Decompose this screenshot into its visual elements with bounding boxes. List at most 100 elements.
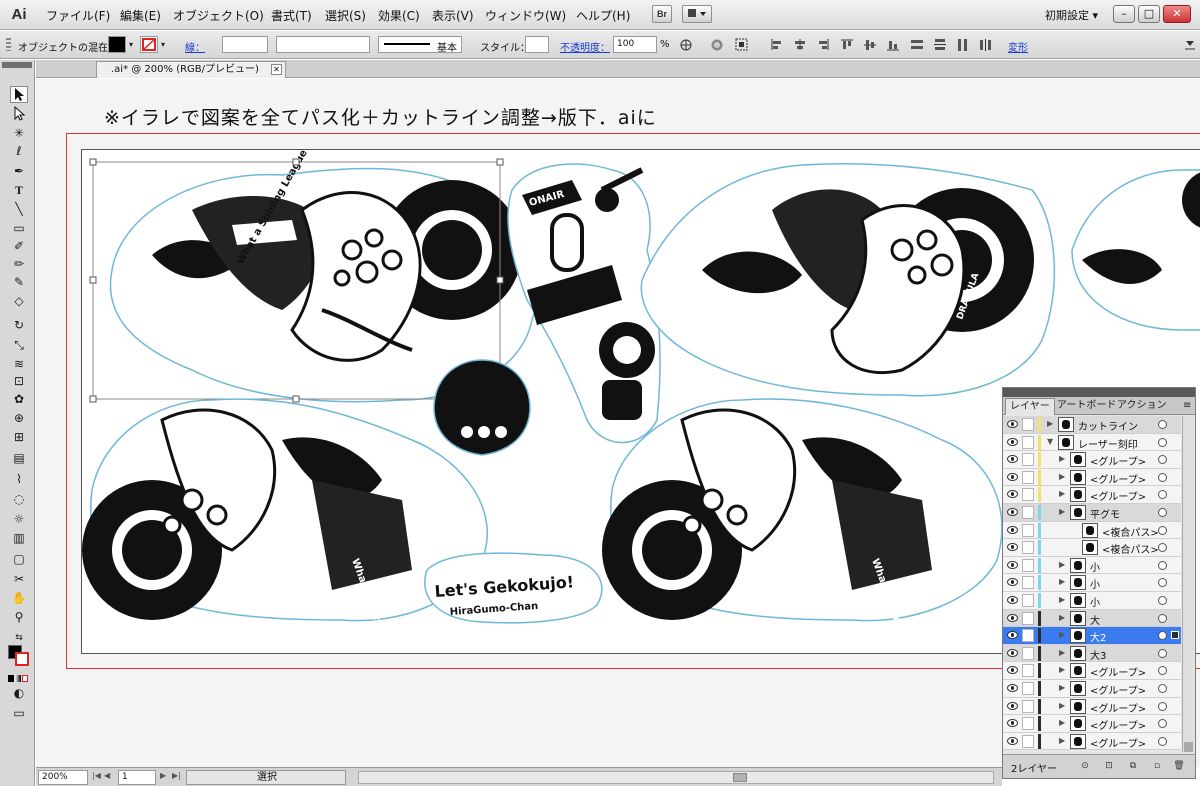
layer-name[interactable]: 小 bbox=[1090, 559, 1100, 574]
layer-row[interactable]: ▶ 小 bbox=[1003, 556, 1181, 575]
lock-toggle[interactable] bbox=[1022, 453, 1034, 467]
expand-triangle-icon[interactable]: ▶ bbox=[1059, 701, 1065, 710]
opacity-label[interactable]: 不透明度： bbox=[560, 39, 610, 54]
menu-view[interactable]: 表示(V) bbox=[432, 7, 474, 24]
lion-sticker-partial[interactable] bbox=[1071, 169, 1200, 331]
last-artboard-icon[interactable]: ▶| bbox=[172, 771, 181, 780]
target-circle-icon[interactable] bbox=[1158, 472, 1167, 482]
lock-toggle[interactable] bbox=[1022, 558, 1034, 572]
layer-name[interactable]: 小 bbox=[1090, 594, 1100, 609]
visibility-eye-icon[interactable] bbox=[1007, 420, 1018, 428]
target-circle-icon[interactable] bbox=[1158, 666, 1167, 676]
menu-type[interactable]: 書式(T) bbox=[271, 7, 312, 24]
bridge-button[interactable]: Br bbox=[652, 5, 672, 23]
stroke-swatch[interactable] bbox=[140, 36, 158, 53]
menu-select[interactable]: 選択(S) bbox=[325, 7, 366, 24]
expand-triangle-icon[interactable]: ▶ bbox=[1059, 613, 1065, 622]
expand-triangle-icon[interactable]: ▶ bbox=[1059, 736, 1065, 745]
layer-row[interactable]: ▶ 小 bbox=[1003, 592, 1181, 610]
panel-menu-icon[interactable] bbox=[1184, 38, 1196, 51]
tab-layers[interactable]: レイヤー bbox=[1005, 398, 1055, 415]
gradient-tool-icon[interactable]: ▤ bbox=[10, 450, 28, 467]
layer-row[interactable]: ▶ <グループ> bbox=[1003, 662, 1181, 680]
expand-triangle-icon[interactable]: ▶ bbox=[1059, 683, 1065, 692]
distribute-center-icon[interactable] bbox=[979, 38, 993, 51]
layer-name[interactable]: 平グモ bbox=[1090, 506, 1120, 521]
lock-toggle[interactable] bbox=[1022, 611, 1034, 625]
expand-triangle-icon[interactable]: ▶ bbox=[1047, 419, 1053, 428]
expand-triangle-icon[interactable]: ▶ bbox=[1059, 489, 1065, 498]
target-circle-icon[interactable] bbox=[1158, 631, 1167, 641]
slice-tool-icon[interactable]: ✂ bbox=[10, 571, 28, 588]
spider-sticker[interactable] bbox=[433, 359, 531, 456]
menu-file[interactable]: ファイル(F) bbox=[46, 7, 110, 24]
visibility-eye-icon[interactable] bbox=[1007, 525, 1018, 534]
lock-toggle[interactable] bbox=[1022, 717, 1034, 731]
rotate-tool-icon[interactable]: ↻ bbox=[10, 317, 28, 334]
visibility-eye-icon[interactable] bbox=[1007, 596, 1018, 604]
onair-microphone-sticker[interactable]: ONAIR bbox=[507, 163, 661, 444]
layer-name[interactable]: <グループ> bbox=[1090, 488, 1146, 503]
menu-effect[interactable]: 効果(C) bbox=[378, 7, 420, 24]
symbol-sprayer-tool-icon[interactable]: ✿ bbox=[10, 391, 28, 408]
align-to-icon[interactable] bbox=[735, 38, 757, 51]
mesh-tool-icon[interactable]: ⊞ bbox=[10, 429, 28, 446]
artboard-tool-icon[interactable]: ▢ bbox=[10, 551, 28, 568]
variable-width-field[interactable] bbox=[276, 36, 370, 53]
visibility-eye-icon[interactable] bbox=[1007, 578, 1018, 587]
column-graph-tool-icon[interactable]: ▥ bbox=[10, 530, 28, 547]
layer-row[interactable]: ▶ カットライン bbox=[1003, 416, 1181, 434]
arrange-documents-button[interactable] bbox=[682, 5, 712, 23]
horizontal-scrollbar[interactable] bbox=[358, 771, 994, 784]
workspace-switcher[interactable]: 初期設定 ▾ bbox=[1045, 7, 1098, 23]
graphic-style-field[interactable] bbox=[525, 36, 549, 53]
target-circle-icon[interactable] bbox=[1158, 613, 1167, 623]
target-circle-icon[interactable] bbox=[1158, 578, 1167, 588]
eyedropper-tool-icon[interactable]: ⌇ bbox=[10, 471, 28, 488]
lion-sticker-2[interactable]: DRAGULA bbox=[640, 162, 1056, 397]
layer-name[interactable]: <グループ> bbox=[1090, 735, 1146, 750]
free-transform-tool-icon[interactable]: ⊡ bbox=[10, 373, 28, 390]
layer-row[interactable]: ▶ <グループ> bbox=[1003, 715, 1181, 733]
lion-sticker-3[interactable]: What a Shining League bbox=[82, 398, 488, 684]
type-tool-icon[interactable]: T bbox=[10, 182, 28, 199]
layer-name[interactable]: 小 bbox=[1090, 576, 1100, 591]
lock-toggle[interactable] bbox=[1022, 435, 1034, 449]
previous-artboard-icon[interactable]: ◀ bbox=[104, 771, 110, 780]
new-sublayer-icon[interactable]: ⧉ bbox=[1127, 760, 1139, 772]
globe-icon[interactable] bbox=[710, 38, 724, 51]
drawing-mode-icon[interactable]: ◐ bbox=[10, 685, 28, 702]
layer-name[interactable]: <グループ> bbox=[1090, 453, 1146, 468]
next-artboard-icon[interactable]: ▶ bbox=[160, 771, 166, 780]
layer-name[interactable]: <グループ> bbox=[1090, 471, 1146, 486]
lock-toggle[interactable] bbox=[1022, 594, 1034, 607]
menu-window[interactable]: ウィンドウ(W) bbox=[485, 7, 566, 24]
collapse-triangle-icon[interactable]: ▼ bbox=[1047, 437, 1053, 446]
align-top-icon[interactable] bbox=[840, 38, 854, 51]
layer-row[interactable]: <複合パス> bbox=[1003, 539, 1181, 557]
target-circle-icon[interactable] bbox=[1158, 596, 1167, 605]
visibility-eye-icon[interactable] bbox=[1007, 631, 1018, 640]
layer-name[interactable]: <グループ> bbox=[1090, 700, 1146, 715]
lock-toggle[interactable] bbox=[1022, 488, 1034, 502]
document-tab[interactable]: .ai* @ 200% (RGB/プレビュー) ✕ bbox=[96, 61, 286, 78]
expand-triangle-icon[interactable]: ▶ bbox=[1059, 454, 1065, 463]
status-display[interactable]: 選択 bbox=[186, 770, 346, 785]
pen-tool-icon[interactable]: ✒ bbox=[10, 163, 28, 180]
horizontal-scroll-thumb[interactable] bbox=[733, 773, 747, 782]
layer-row[interactable]: ▶ <グループ> bbox=[1003, 697, 1181, 716]
lock-toggle[interactable] bbox=[1022, 470, 1034, 484]
transform-link[interactable]: 変形 bbox=[1008, 39, 1028, 54]
layer-name[interactable]: 大3 bbox=[1090, 647, 1106, 662]
target-circle-icon[interactable] bbox=[1158, 420, 1167, 429]
visibility-eye-icon[interactable] bbox=[1007, 508, 1018, 516]
target-circle-icon[interactable] bbox=[1158, 525, 1167, 535]
expand-triangle-icon[interactable]: ▶ bbox=[1059, 577, 1065, 586]
visibility-eye-icon[interactable] bbox=[1007, 701, 1018, 710]
visibility-eye-icon[interactable] bbox=[1007, 648, 1018, 657]
hand-tool-icon[interactable]: ✋ bbox=[10, 590, 28, 607]
expand-triangle-icon[interactable]: ▶ bbox=[1059, 648, 1065, 657]
expand-triangle-icon[interactable]: ▶ bbox=[1059, 665, 1065, 674]
stroke-color-swatch[interactable] bbox=[15, 652, 29, 666]
expand-triangle-icon[interactable]: ▶ bbox=[1059, 630, 1065, 639]
